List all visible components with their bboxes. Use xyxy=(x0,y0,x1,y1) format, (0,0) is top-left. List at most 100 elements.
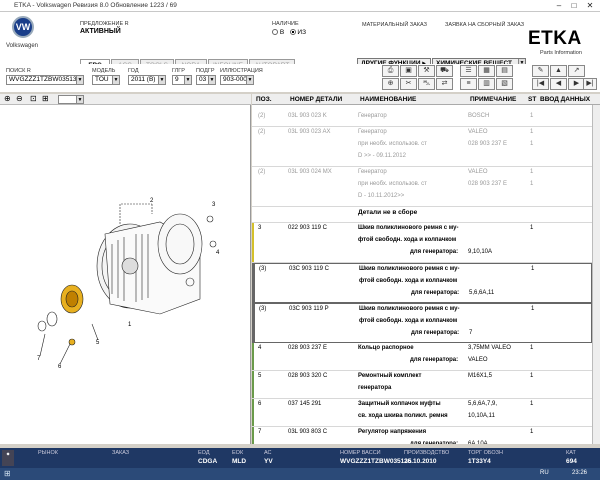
cell-name: фтой свободн. хода и колпачком xyxy=(358,237,457,243)
zoom-select[interactable]: ▼ xyxy=(58,95,84,104)
table-row[interactable]: 7 03L 903 803 C Регулятор напряжения 1 для г… xyxy=(252,427,592,444)
window-titlebar: ETKA - Volkswagen Ревизия 8.0 Обновление… xyxy=(0,0,600,12)
cell-name: для генератора: xyxy=(410,441,459,444)
last-page-icon[interactable]: ▶| xyxy=(583,78,597,90)
table-row[interactable]: 5 028 903 320 C Ремонтный комплект M16X1,5 1… xyxy=(252,371,592,399)
cell-pos: 3 xyxy=(258,225,262,231)
col-data-entry[interactable]: ВВОД ДАННЫХ xyxy=(540,96,590,103)
vertical-scrollbar[interactable] xyxy=(592,105,600,444)
table-row[interactable]: (2) 03L 903 023 K Генератор BOSCH 1 xyxy=(252,111,592,127)
cell-note: 6A,10A xyxy=(468,441,488,444)
display-icon[interactable]: ▣ xyxy=(400,65,417,77)
zoom-area-icon[interactable]: ⊡ xyxy=(30,94,37,103)
search-input[interactable]: WVGZZZ1TZBW03513 ▼ xyxy=(6,75,84,85)
maximize-icon[interactable]: □ xyxy=(567,1,581,11)
close-icon[interactable]: ✕ xyxy=(583,1,597,11)
col-st[interactable]: ST xyxy=(528,96,536,103)
vehicle-icon[interactable]: ⛍ xyxy=(418,78,435,90)
zoom-in-icon[interactable]: ⊕ xyxy=(4,94,11,103)
table-row[interactable]: 3 022 903 119 C Шкив поликлинового ремня с… xyxy=(252,223,592,263)
chevron-down-icon[interactable]: ▼ xyxy=(208,76,215,84)
cell-note: 10,10A,11 xyxy=(468,413,495,419)
illustration-panel[interactable]: 2 3 4 1 5 6 7 xyxy=(0,94,251,444)
illustration-select[interactable]: 903-000 ▼ xyxy=(220,75,254,85)
columns-icon[interactable]: ▥ xyxy=(478,78,495,90)
sub-group-value: 03 xyxy=(199,76,207,83)
table-row[interactable]: (2) 03L 903 024 MX Генератор VALEO 1 при необ… xyxy=(252,167,592,207)
radio-iz[interactable] xyxy=(289,29,296,36)
rows-icon[interactable]: ≡ xyxy=(460,78,477,90)
car-icon[interactable]: ⛟ xyxy=(436,65,453,77)
year-select[interactable]: 2011 (B) ▼ xyxy=(128,75,166,85)
availability-options: В ИЗ xyxy=(272,29,306,36)
sub-group-select[interactable]: 03 ▼ xyxy=(196,75,216,85)
status-label: ЕОК xyxy=(232,450,244,456)
cell-pos: (2) xyxy=(258,113,266,119)
chevron-down-icon[interactable]: ▼ xyxy=(76,76,83,84)
cell-note: 5,6,6A,7,9, xyxy=(468,401,498,407)
pin-icon[interactable]: ✎ xyxy=(532,65,549,77)
table-row[interactable]: 4 028 903 237 E Кольцо распорное 3,75MM VAL… xyxy=(252,343,592,371)
swap-icon[interactable]: ⇄ xyxy=(436,78,453,90)
cell-name: Генератор xyxy=(358,113,387,119)
col-part-number[interactable]: НОМЕР ДЕТАЛИ xyxy=(290,96,342,103)
cell-st: 1 xyxy=(530,429,534,435)
material-order-link[interactable]: МАТЕРИАЛЬНЫЙ ЗАКАЗ xyxy=(362,22,427,28)
cell-st: 1 xyxy=(530,141,534,147)
language-indicator[interactable]: RU xyxy=(540,470,549,476)
zoom-fit-icon[interactable]: ⊞ xyxy=(42,94,49,103)
row-accent-bar xyxy=(253,304,255,342)
chevron-down-icon[interactable]: ▼ xyxy=(112,76,119,84)
scissors-icon[interactable]: ✂ xyxy=(400,78,417,90)
zoom-out-icon[interactable]: ⊖ xyxy=(16,94,23,103)
main-group-select[interactable]: 9 ▼ xyxy=(172,75,192,85)
col-name[interactable]: НАИМЕНОВАНИЕ xyxy=(360,96,416,103)
table-row[interactable]: (3) 03C 903 119 P Шкив поликлинового ремня… xyxy=(252,303,592,343)
cell-part-number: 03C 903 119 C xyxy=(289,266,329,272)
first-page-icon[interactable]: |◀ xyxy=(532,78,549,90)
filter-label-search: ПОИСК R xyxy=(6,68,31,74)
cells-icon[interactable]: ▧ xyxy=(496,78,513,90)
cell-name: для генератора: xyxy=(411,330,460,336)
cell-st: 1 xyxy=(530,181,534,187)
filter-label-year: ГОД xyxy=(128,68,139,74)
prev-page-icon[interactable]: ◀ xyxy=(550,78,567,90)
table-row[interactable]: (2) 03L 903 023 AX Генератор VALEO 1 при необ… xyxy=(252,127,592,167)
model-select[interactable]: TOU ▼ xyxy=(92,75,120,85)
chevron-down-icon[interactable]: ▼ xyxy=(184,76,191,84)
radio-iz-label: ИЗ xyxy=(297,29,306,36)
col-pos[interactable]: ПОЗ. xyxy=(256,96,272,103)
cell-st: 1 xyxy=(530,129,534,135)
minimize-icon[interactable]: – xyxy=(552,1,566,11)
col-note[interactable]: ПРИМЕЧАНИЕ xyxy=(470,96,516,103)
window-title: ETKA - Volkswagen Ревизия 8.0 Обновление… xyxy=(14,2,177,9)
chevron-down-icon[interactable]: ▼ xyxy=(246,76,253,84)
grid-icon[interactable]: ▤ xyxy=(496,65,513,77)
print-icon[interactable]: ⎙ xyxy=(382,65,399,77)
cell-name: св. хода шкива поликл. ремня xyxy=(358,413,448,419)
status-label: КАТ xyxy=(566,450,576,456)
cell-pos: 6 xyxy=(258,401,262,407)
etka-logo: ETKA xyxy=(528,28,582,49)
arrow-up-right-icon[interactable]: ↗ xyxy=(568,65,585,77)
start-icon[interactable]: ⊞ xyxy=(4,469,11,478)
zoom-icon[interactable]: ⊕ xyxy=(382,78,399,90)
assembly-order-link[interactable]: ЗАЯВКА НА СБОРНЫЙ ЗАКАЗ xyxy=(445,22,524,28)
chevron-down-icon[interactable]: ▼ xyxy=(158,76,165,84)
cell-name: D - 10.11.2012>> xyxy=(358,193,405,199)
etka-status-icon: ◆ xyxy=(2,450,14,466)
list-icon[interactable]: ☰ xyxy=(460,65,477,77)
availability-label: НАЛИЧИЕ xyxy=(272,21,299,27)
radio-b[interactable] xyxy=(272,29,278,36)
table-row[interactable]: (3) 03C 903 119 C Шкив поликлинового ремня… xyxy=(252,263,592,303)
status-value: CDGA xyxy=(198,458,218,465)
tool-icon[interactable]: ⚒ xyxy=(418,65,435,77)
cell-note: VALEO xyxy=(468,169,488,175)
row-accent-bar xyxy=(252,223,254,262)
section-header-row[interactable]: Детали не в сборе xyxy=(252,207,592,223)
table-row[interactable]: 6 037 145 291 Защитный колпачок муфты 5,6,6… xyxy=(252,399,592,427)
table-icon[interactable]: ▦ xyxy=(478,65,495,77)
chevron-down-icon[interactable]: ▼ xyxy=(76,96,83,103)
cell-pos: 5 xyxy=(258,373,262,379)
up-icon[interactable]: ▲ xyxy=(550,65,567,77)
